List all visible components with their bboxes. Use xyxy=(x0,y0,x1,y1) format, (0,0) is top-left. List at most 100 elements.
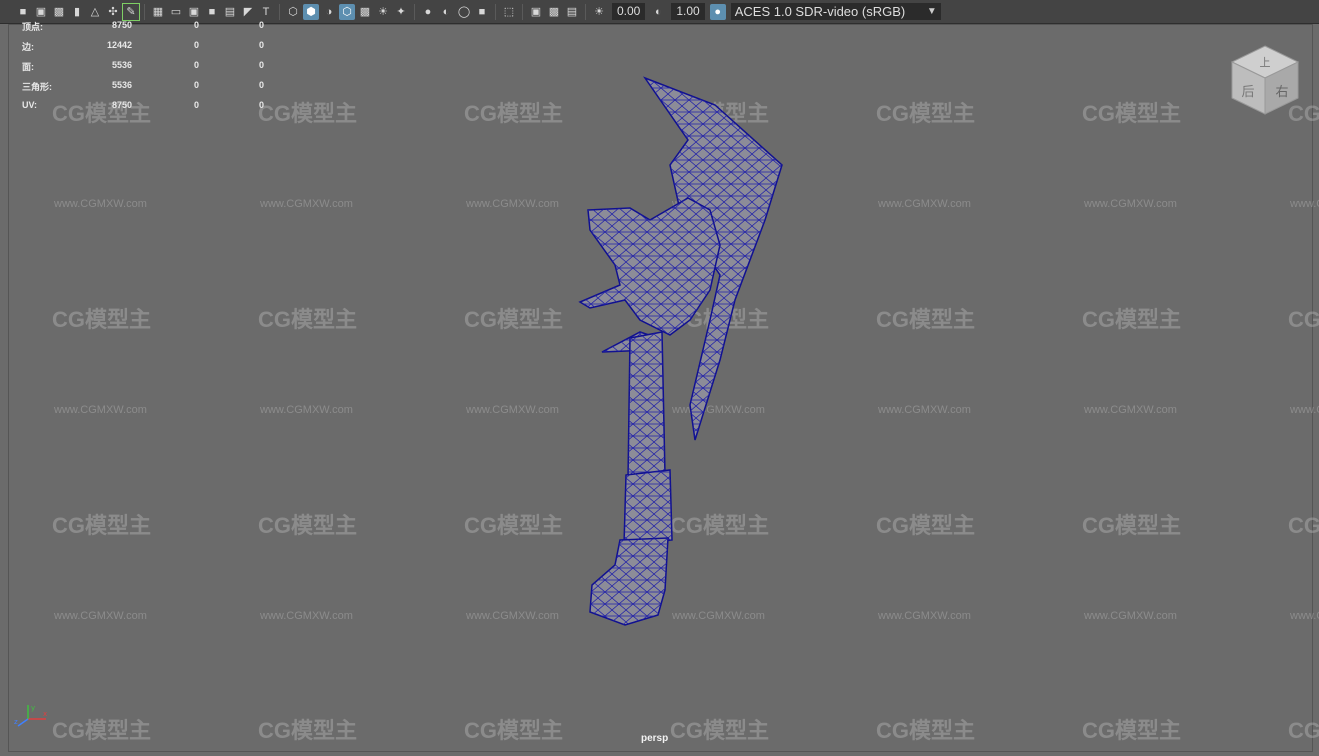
bookmark-icon[interactable]: ▮ xyxy=(69,4,85,20)
toolbar-divider xyxy=(279,3,280,20)
xray-joints-icon[interactable]: ▣ xyxy=(528,4,544,20)
wireframe-on-shaded-icon[interactable]: ⬡ xyxy=(339,3,355,20)
hud-value: 0 xyxy=(259,40,265,50)
color-management-icon[interactable]: ● xyxy=(709,3,726,20)
watermark-url: www.CGMXW.com xyxy=(466,610,559,622)
pivot-icon[interactable]: ✣ xyxy=(105,4,121,20)
grease-pencil-icon[interactable]: ✎ xyxy=(122,2,140,21)
hud-value: 0 xyxy=(259,60,265,70)
image-plane-icon[interactable]: △ xyxy=(87,4,103,20)
smooth-shade-icon[interactable]: ⬢ xyxy=(303,3,319,20)
axis-z-label: z xyxy=(14,718,18,726)
hud-row-edges: 边: 12442 0 0 xyxy=(22,40,282,60)
hud-value: 0 xyxy=(194,40,200,50)
watermark-url: www.CGMXW.com xyxy=(878,610,971,622)
watermark-logo: CG模型主 xyxy=(52,513,152,538)
color-space-label: ACES 1.0 SDR-video (sRGB) xyxy=(734,4,906,19)
gamma-icon[interactable]: ◐ xyxy=(650,4,666,20)
resolution-gate-icon[interactable]: ▣ xyxy=(186,4,202,20)
hud-value: 8750 xyxy=(111,20,132,30)
watermark-logo: CG模型主 xyxy=(464,718,564,743)
watermark-logo: CG模型主 xyxy=(876,718,976,743)
axis-indicator: x y z xyxy=(14,704,47,727)
grid-icon[interactable]: ▦ xyxy=(150,4,166,20)
default-material-icon[interactable]: ◑ xyxy=(321,4,337,20)
hud-row-vertices: 顶点: 8750 0 0 xyxy=(22,20,282,40)
watermark-logo: CG模型主 xyxy=(1288,513,1319,538)
axis-x-label: x xyxy=(43,710,47,718)
hud-value: 0 xyxy=(259,20,265,30)
gate-mask-icon[interactable]: ■ xyxy=(204,4,220,20)
axe-mesh[interactable] xyxy=(570,70,800,635)
shadows-icon[interactable]: ● xyxy=(420,4,436,20)
film-gate-icon[interactable]: ▭ xyxy=(168,4,184,20)
camera-flip-icon[interactable]: ▩ xyxy=(51,4,67,20)
safe-title-icon[interactable]: T xyxy=(258,4,274,20)
hud-value: 12442 xyxy=(106,40,132,50)
xray-icon[interactable]: ▩ xyxy=(357,4,373,20)
camera-label: persp xyxy=(641,733,669,744)
watermark-logo: CG模型主 xyxy=(876,307,976,332)
motion-blur-icon[interactable]: ◯ xyxy=(456,4,472,20)
hud-row-triangles: 三角形: 5536 0 0 xyxy=(22,80,282,100)
texture-icon[interactable]: ☀ xyxy=(375,4,391,20)
hud-value: 0 xyxy=(194,60,200,70)
xray-active-icon[interactable]: ▩ xyxy=(546,4,562,20)
wireframe-icon[interactable]: ⬡ xyxy=(285,4,301,20)
viewcube-right-label: 右 xyxy=(1275,85,1288,100)
watermark-url: www.CGMXW.com xyxy=(1290,610,1319,622)
watermark-logo: CG模型主 xyxy=(52,307,152,332)
hud-value: 5536 xyxy=(111,60,132,70)
viewcube-front-label: 后 xyxy=(1241,85,1254,100)
use-all-lights-icon[interactable]: ✦ xyxy=(393,4,409,20)
hud-label: 三角形: xyxy=(22,82,52,92)
anti-aliasing-icon[interactable]: ■ xyxy=(474,4,490,20)
watermark-logo: CG模型主 xyxy=(670,718,770,743)
exposure-icon[interactable]: ☀ xyxy=(591,4,607,20)
hud-row-uvs: UV: 8750 0 0 xyxy=(22,100,282,120)
poly-count-hud: 顶点: 8750 0 0 边: 12442 0 0 面: 5536 0 0 三角… xyxy=(22,20,282,120)
watermark-logo: CG模型主 xyxy=(1082,101,1182,126)
watermark-logo: CG模型主 xyxy=(1082,718,1182,743)
screen-space-ao-icon[interactable]: ◐ xyxy=(438,4,454,20)
watermark-url: www.CGMXW.com xyxy=(466,198,559,210)
watermark-url: www.CGMXW.com xyxy=(54,198,147,210)
watermark-url: www.CGMXW.com xyxy=(1290,404,1319,416)
field-chart-icon[interactable]: ▤ xyxy=(222,4,238,20)
hud-label: 顶点: xyxy=(22,22,43,32)
toolbar-divider xyxy=(144,3,145,20)
watermark-url: www.CGMXW.com xyxy=(1290,198,1319,210)
axis-y-label: y xyxy=(31,704,35,712)
watermark-logo: CG模型主 xyxy=(258,513,358,538)
watermark-logo: CG模型主 xyxy=(258,718,358,743)
camera-icon[interactable]: ■ xyxy=(15,4,31,20)
view-cube[interactable]: 上 后 右 xyxy=(1230,44,1300,116)
gamma-field[interactable]: 1.00 xyxy=(671,3,705,20)
watermark-logo: CG模型主 xyxy=(1288,307,1319,332)
watermark-url: www.CGMXW.com xyxy=(1084,404,1177,416)
watermark-url: www.CGMXW.com xyxy=(260,404,353,416)
exposure-field[interactable]: 0.00 xyxy=(612,3,646,20)
safe-action-icon[interactable]: ◤ xyxy=(240,4,256,20)
watermark-logo: CG模型主 xyxy=(52,718,152,743)
watermark-logo: CG模型主 xyxy=(876,101,976,126)
watermark-url: www.CGMXW.com xyxy=(1084,198,1177,210)
hud-value: 0 xyxy=(194,20,200,30)
color-space-dropdown[interactable]: ACES 1.0 SDR-video (sRGB) ▼ xyxy=(730,3,941,20)
watermark-url: www.CGMXW.com xyxy=(260,610,353,622)
isolate-select-icon[interactable]: ⬚ xyxy=(501,4,517,20)
hud-value: 0 xyxy=(194,80,200,90)
camera-lock-icon[interactable]: ▣ xyxy=(33,4,49,20)
hud-row-faces: 面: 5536 0 0 xyxy=(22,60,282,80)
watermark-logo: CG模型主 xyxy=(1082,307,1182,332)
watermark-logo: CG模型主 xyxy=(464,101,564,126)
watermark-logo: CG模型主 xyxy=(464,513,564,538)
watermark-logo: CG模型主 xyxy=(258,307,358,332)
hud-value: 5536 xyxy=(111,80,132,90)
watermark-logo: CG模型主 xyxy=(876,513,976,538)
watermark-logo: CG模型主 xyxy=(464,307,564,332)
hud-label: UV: xyxy=(22,100,38,110)
backface-culling-icon[interactable]: ▤ xyxy=(564,4,580,20)
watermark-url: www.CGMXW.com xyxy=(1084,610,1177,622)
toolbar-divider xyxy=(495,3,496,20)
